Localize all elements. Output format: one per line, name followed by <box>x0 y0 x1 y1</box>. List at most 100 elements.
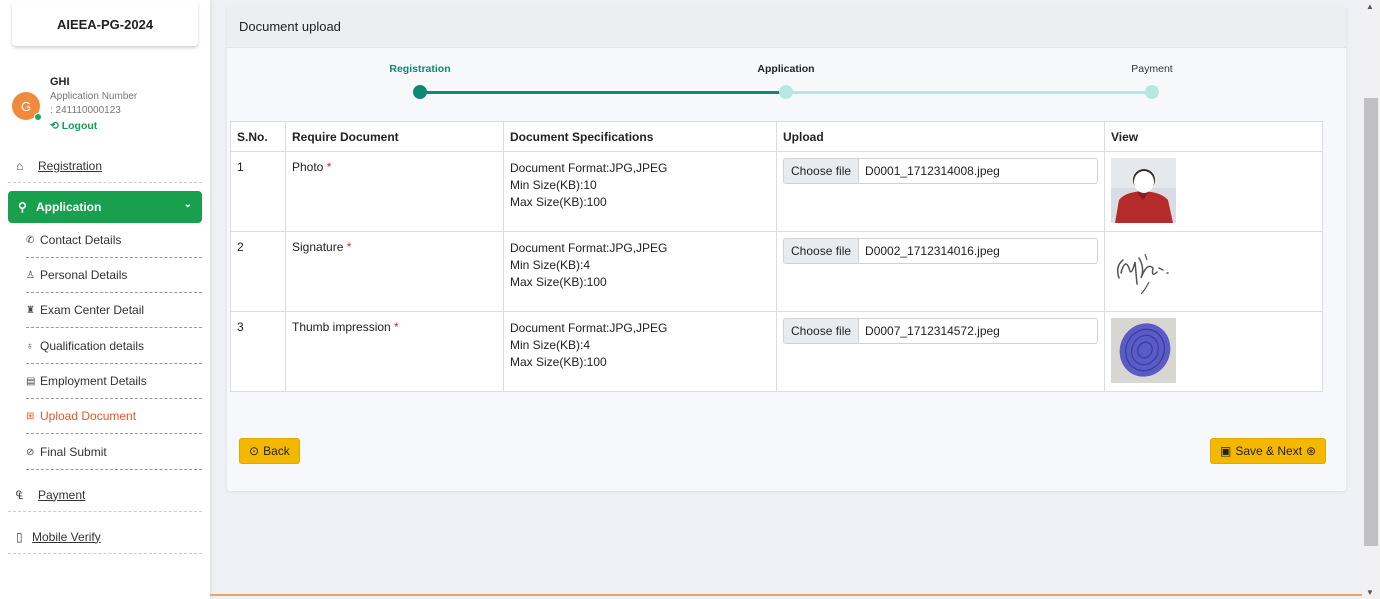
signature-preview[interactable] <box>1111 238 1176 303</box>
serial-number: 3 <box>230 311 286 392</box>
sidebar-item-qualification-details[interactable]: ♁ Qualification details <box>26 329 202 364</box>
save-next-button[interactable]: ▣ Save & Next ⊛ <box>1210 438 1327 464</box>
sidebar-item-personal-details[interactable]: ♙ Personal Details <box>26 258 202 293</box>
photo-preview[interactable] <box>1111 158 1176 223</box>
sidebar-item-label: Contact Details <box>40 233 122 247</box>
scroll-thumb[interactable] <box>1364 98 1378 546</box>
document-spec: Document Format:JPG,JPEG Min Size(KB):4 … <box>503 311 777 392</box>
table-header-row: S.No. Require Document Document Specific… <box>230 121 1323 152</box>
choose-file-button[interactable]: Choose file <box>784 159 860 183</box>
sidebar-item-contact-details[interactable]: ✆ Contact Details <box>26 223 202 258</box>
document-spec: Document Format:JPG,JPEG Min Size(KB):4 … <box>503 231 777 312</box>
serial-number: 1 <box>230 151 286 232</box>
arrow-right-circle-icon: ⊛ <box>1306 444 1317 458</box>
table-row: 2 Signature * Document Format:JPG,JPEG M… <box>230 231 1323 312</box>
application-number-label: Application Number <box>50 91 138 102</box>
sidebar: AIEEA-PG-2024 G GHI Application Number :… <box>0 0 210 599</box>
avatar-initial: G <box>20 98 32 114</box>
step-application: Application <box>757 63 815 75</box>
arrow-left-circle-icon: ⊙ <box>249 444 260 458</box>
phone-icon: ✆ <box>26 234 35 246</box>
signature-file-input[interactable]: Choose file D0002_1712314016.jpeg <box>783 238 1098 264</box>
app-title: AIEEA-PG-2024 <box>12 2 198 46</box>
home-icon: ⌂ <box>16 158 24 173</box>
sidebar-item-payment[interactable]: ₠ Payment <box>8 478 202 512</box>
logout-label: Logout <box>61 120 98 132</box>
spec-min-size: Min Size(KB):4 <box>510 258 591 272</box>
sidebar-item-final-submit[interactable]: ⊘ Final Submit <box>26 435 202 470</box>
document-label: Signature <box>292 240 344 254</box>
upload-cell: Choose file D0001_1712314008.jpeg <box>776 151 1105 232</box>
upload-cell: Choose file D0007_1712314572.jpeg <box>776 311 1105 392</box>
step-line-pending <box>786 91 1152 94</box>
user-name: GHI <box>50 76 70 88</box>
page-scrollbar[interactable]: ▲ ▼ <box>1362 0 1380 599</box>
step-line-complete <box>420 91 786 94</box>
thumb-impression-file-input[interactable]: Choose file D0007_1712314572.jpeg <box>783 318 1098 344</box>
scroll-up-icon[interactable]: ▲ <box>1366 2 1374 11</box>
document-name: Signature * <box>285 231 504 312</box>
choose-file-button[interactable]: Choose file <box>784 319 860 343</box>
document-spec: Document Format:JPG,JPEG Min Size(KB):10… <box>503 151 777 232</box>
back-button[interactable]: ⊙ Back <box>239 438 300 464</box>
step-dot-payment <box>1145 85 1159 99</box>
document-upload-card: Document upload Registration Application… <box>227 6 1346 491</box>
step-registration: Registration <box>389 63 451 75</box>
required-mark: * <box>394 320 399 334</box>
scroll-down-icon[interactable]: ▼ <box>1366 588 1374 597</box>
sidebar-item-application[interactable]: ⚲ Application ⌄ <box>8 191 202 223</box>
document-name: Photo * <box>285 151 504 232</box>
step-dot-application <box>779 85 793 99</box>
view-cell <box>1104 231 1323 312</box>
required-mark: * <box>326 160 332 174</box>
column-header: View <box>1104 121 1323 152</box>
sidebar-item-label: Application <box>36 200 102 214</box>
sidebar-item-label: Payment <box>38 487 86 502</box>
online-status-icon <box>34 113 42 121</box>
thumb-impression-preview[interactable] <box>1111 318 1176 383</box>
mobile-icon: ▯ <box>16 529 23 544</box>
sidebar-item-registration[interactable]: ⌂ Registration <box>8 149 202 183</box>
column-header: Upload <box>776 121 1105 152</box>
choose-file-button[interactable]: Choose file <box>784 239 860 263</box>
user-plus-icon: ⚲ <box>18 200 27 214</box>
sidebar-item-label: Upload Document <box>40 409 137 423</box>
document-label: Thumb impression <box>292 320 391 334</box>
column-header: S.No. <box>230 121 286 152</box>
sidebar-item-label: Employment Details <box>40 374 147 388</box>
sidebar-item-employment-details[interactable]: ▤ Employment Details <box>26 364 202 399</box>
table-row: 1 Photo * Document Format:JPG,JPEG Min S… <box>230 151 1323 232</box>
file-name: D0001_1712314008.jpeg <box>865 164 1000 178</box>
spec-max-size: Max Size(KB):100 <box>510 275 607 289</box>
sidebar-item-label: Qualification details <box>40 339 145 353</box>
spec-format: Document Format:JPG,JPEG <box>510 321 668 335</box>
spec-max-size: Max Size(KB):100 <box>510 355 607 369</box>
check-circle-icon: ⊘ <box>26 446 35 458</box>
logout-link[interactable]: ⟲ Logout <box>50 120 97 132</box>
sidebar-item-exam-center-detail[interactable]: ♜ Exam Center Detail <box>26 293 202 328</box>
person-icon: ♙ <box>26 269 35 281</box>
document-table: S.No. Require Document Document Specific… <box>230 121 1323 392</box>
page-title: Document upload <box>227 6 1346 48</box>
back-label: Back <box>263 444 290 458</box>
serial-number: 2 <box>230 231 286 312</box>
upload-icon: ⊞ <box>26 410 35 422</box>
step-dot-registration <box>413 85 427 99</box>
user-panel: G GHI Application Number : 241110000123 … <box>12 74 202 134</box>
logout-icon: ⟲ <box>50 120 59 132</box>
avatar: G <box>12 92 42 121</box>
photo-file-input[interactable]: Choose file D0001_1712314008.jpeg <box>783 158 1098 184</box>
sidebar-item-label: Exam Center Detail <box>40 303 145 317</box>
application-number: : 241110000123 <box>50 105 121 116</box>
sidebar-item-label: Registration <box>38 158 103 173</box>
save-icon: ▣ <box>1220 444 1232 458</box>
award-icon: ♁ <box>26 340 34 352</box>
sidebar-item-upload-document[interactable]: ⊞ Upload Document <box>26 399 202 434</box>
table-row: 3 Thumb impression * Document Format:JPG… <box>230 311 1323 392</box>
progress-stepper: Registration Application Payment <box>227 48 1346 118</box>
sidebar-item-mobile-verify[interactable]: ▯ Mobile Verify <box>8 520 202 554</box>
upload-cell: Choose file D0002_1712314016.jpeg <box>776 231 1105 312</box>
required-mark: * <box>346 240 352 254</box>
step-payment: Payment <box>1131 63 1173 75</box>
view-cell <box>1104 151 1323 232</box>
